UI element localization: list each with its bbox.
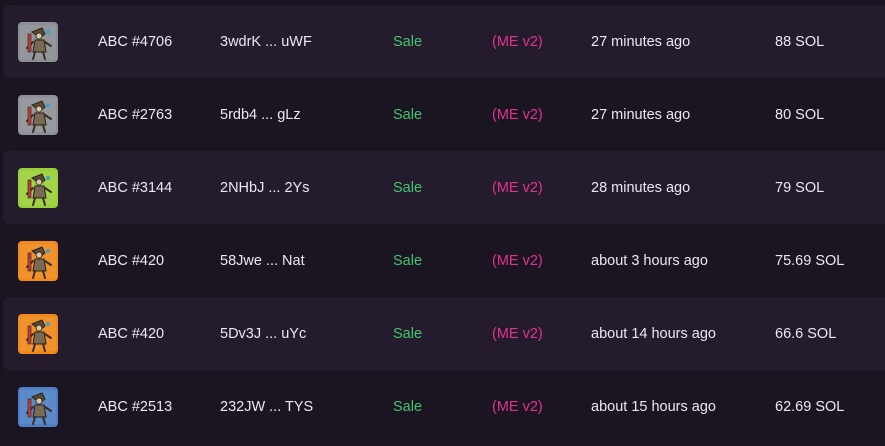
timestamp: about 3 hours ago <box>591 252 708 269</box>
nft-thumbnail[interactable] <box>18 313 58 354</box>
nft-name[interactable]: ABC #420 <box>98 297 164 370</box>
transaction-type: Sale <box>393 179 423 196</box>
marketplace-label: (ME v2) <box>492 33 543 50</box>
timestamp: 27 minutes ago <box>591 106 691 123</box>
nft-thumbnail[interactable] <box>18 386 58 427</box>
nft-name[interactable]: ABC #420 <box>98 224 164 297</box>
table-row[interactable]: ABC #2763 5rdb4 ... gLz Sale (ME v2) 27 … <box>3 78 885 151</box>
table-row[interactable]: ABC #3144 2NHbJ ... 2Ys Sale (ME v2) 28 … <box>3 151 885 224</box>
thumbnail-cell <box>18 78 58 151</box>
price: 88 SOL <box>775 33 825 50</box>
marketplace-label: (ME v2) <box>492 325 543 342</box>
nft-thumbnail[interactable] <box>18 94 58 135</box>
table-row[interactable]: ABC #4706 3wdrK ... uWF Sale (ME v2) 27 … <box>3 5 885 78</box>
activity-rows: ABC #4706 3wdrK ... uWF Sale (ME v2) 27 … <box>3 5 885 443</box>
transaction-type: Sale <box>393 252 423 269</box>
marketplace-label: (ME v2) <box>492 398 543 415</box>
table-row[interactable]: ABC #420 58Jwe ... Nat Sale (ME v2) abou… <box>3 224 885 297</box>
nft-name[interactable]: ABC #3144 <box>98 151 172 224</box>
transaction-id[interactable]: 58Jwe ... Nat <box>220 224 305 297</box>
price: 66.6 SOL <box>775 325 837 342</box>
nft-name[interactable]: ABC #2763 <box>98 78 172 151</box>
table-row[interactable]: ABC #420 5Dv3J ... uYc Sale (ME v2) abou… <box>3 297 885 370</box>
nft-thumbnail[interactable] <box>18 240 58 281</box>
nft-character-icon <box>18 240 58 281</box>
nft-name[interactable]: ABC #2513 <box>98 370 172 443</box>
nft-name[interactable]: ABC #4706 <box>98 5 172 78</box>
transaction-type: Sale <box>393 398 423 415</box>
price: 62.69 SOL <box>775 398 845 415</box>
transaction-id[interactable]: 232JW ... TYS <box>220 370 313 443</box>
price: 80 SOL <box>775 106 825 123</box>
timestamp: 28 minutes ago <box>591 179 691 196</box>
nft-character-icon <box>18 21 58 62</box>
nft-thumbnail[interactable] <box>18 167 58 208</box>
nft-character-icon <box>18 386 58 427</box>
thumbnail-cell <box>18 151 58 224</box>
thumbnail-cell <box>18 297 58 370</box>
nft-character-icon <box>18 167 58 208</box>
transaction-id[interactable]: 5Dv3J ... uYc <box>220 297 306 370</box>
marketplace-label: (ME v2) <box>492 179 543 196</box>
price: 79 SOL <box>775 179 825 196</box>
nft-character-icon <box>18 94 58 135</box>
transaction-type: Sale <box>393 325 423 342</box>
transaction-type: Sale <box>393 106 423 123</box>
transaction-type: Sale <box>393 33 423 50</box>
timestamp: about 15 hours ago <box>591 398 716 415</box>
marketplace-label: (ME v2) <box>492 252 543 269</box>
marketplace-label: (ME v2) <box>492 106 543 123</box>
transaction-id[interactable]: 2NHbJ ... 2Ys <box>220 151 309 224</box>
transaction-id[interactable]: 5rdb4 ... gLz <box>220 78 301 151</box>
thumbnail-cell <box>18 224 58 297</box>
nft-thumbnail[interactable] <box>18 21 58 62</box>
nft-character-icon <box>18 313 58 354</box>
price: 75.69 SOL <box>775 252 845 269</box>
transaction-id[interactable]: 3wdrK ... uWF <box>220 5 312 78</box>
thumbnail-cell <box>18 370 58 443</box>
table-row[interactable]: ABC #2513 232JW ... TYS Sale (ME v2) abo… <box>3 370 885 443</box>
timestamp: 27 minutes ago <box>591 33 691 50</box>
thumbnail-cell <box>18 5 58 78</box>
activity-table: ABC #4706 3wdrK ... uWF Sale (ME v2) 27 … <box>3 5 885 443</box>
timestamp: about 14 hours ago <box>591 325 716 342</box>
